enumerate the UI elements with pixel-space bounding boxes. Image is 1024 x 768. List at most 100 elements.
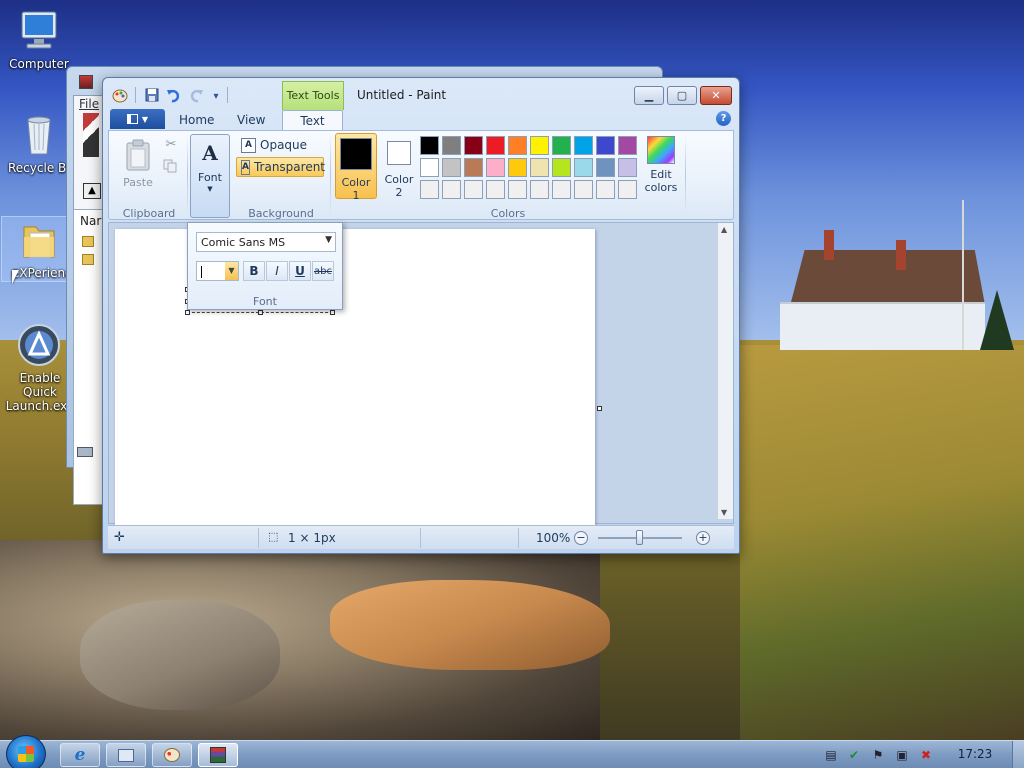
- palette-swatch[interactable]: [508, 158, 527, 177]
- folder-icon: [82, 254, 94, 265]
- taskbar-clock[interactable]: 17:23: [952, 747, 998, 761]
- tab-view[interactable]: View: [229, 110, 273, 130]
- chevron-down-icon[interactable]: ▼: [325, 235, 332, 245]
- taskbar-system-monitor[interactable]: [106, 743, 146, 767]
- explorer-menu-file[interactable]: File: [79, 97, 99, 111]
- palette-swatch[interactable]: [574, 158, 593, 177]
- title-bar[interactable]: ▾ Text Tools Untitled - Paint ▁ ▢ ✕: [103, 78, 739, 110]
- italic-button[interactable]: I: [266, 261, 288, 281]
- color-palette: [420, 136, 640, 202]
- security-shield-icon[interactable]: ✔: [846, 747, 862, 763]
- cut-icon[interactable]: ✂: [163, 137, 179, 153]
- palette-swatch[interactable]: [596, 136, 615, 155]
- edit-colors-button[interactable]: Edit colors: [640, 134, 682, 204]
- taskbar-winrar[interactable]: [198, 743, 238, 767]
- close-button[interactable]: ✕: [700, 86, 732, 105]
- tab-home[interactable]: Home: [171, 110, 222, 130]
- taskbar-paint[interactable]: [152, 743, 192, 767]
- column-header-name[interactable]: Nar: [80, 214, 101, 228]
- palette-swatch[interactable]: [574, 180, 593, 199]
- paste-label: Paste: [123, 176, 153, 189]
- palette-swatch[interactable]: [530, 158, 549, 177]
- palette-swatch[interactable]: [442, 180, 461, 199]
- tab-text[interactable]: Text: [282, 110, 343, 131]
- palette-swatch[interactable]: [596, 158, 615, 177]
- palette-swatch[interactable]: [464, 158, 483, 177]
- zoom-slider-thumb[interactable]: [636, 530, 643, 545]
- font-size-combobox[interactable]: ▼: [196, 261, 239, 281]
- redo-icon[interactable]: [187, 86, 205, 104]
- maximize-button[interactable]: ▢: [667, 86, 697, 105]
- zoom-in-button[interactable]: +: [696, 531, 710, 545]
- explorer-file-list[interactable]: Nar: [73, 209, 103, 505]
- paint-menu-button[interactable]: ▼: [110, 109, 165, 129]
- bold-button[interactable]: B: [243, 261, 265, 281]
- palette-swatch[interactable]: [486, 136, 505, 155]
- palette-swatch[interactable]: [420, 180, 439, 199]
- resize-handle[interactable]: [185, 310, 190, 315]
- show-desktop-button[interactable]: [1012, 741, 1024, 768]
- resize-handle[interactable]: [258, 310, 263, 315]
- document-tray-icon[interactable]: ▤: [823, 747, 839, 763]
- palette-swatch[interactable]: [552, 158, 571, 177]
- start-button[interactable]: [6, 735, 46, 768]
- palette-swatch[interactable]: [486, 158, 505, 177]
- palette-swatch[interactable]: [574, 136, 593, 155]
- desktop-icon-computer[interactable]: Computer: [1, 8, 77, 71]
- transparent-button[interactable]: A Transparent: [236, 157, 325, 177]
- volume-muted-icon[interactable]: ✖: [918, 747, 934, 763]
- resize-handle[interactable]: [330, 310, 335, 315]
- scroll-down-icon[interactable]: ▼: [721, 508, 727, 517]
- canvas-resize-handle[interactable]: [597, 406, 602, 411]
- network-icon[interactable]: ▣: [894, 747, 910, 763]
- palette-swatch[interactable]: [420, 158, 439, 177]
- palette-swatch[interactable]: [442, 158, 461, 177]
- palette-swatch[interactable]: [596, 180, 615, 199]
- window-title: Untitled - Paint: [357, 88, 447, 102]
- archive-toolbar-icon: [83, 113, 99, 157]
- palette-swatch[interactable]: [552, 180, 571, 199]
- action-center-flag-icon[interactable]: ⚑: [870, 747, 886, 763]
- wallpaper-flagpole: [962, 200, 964, 350]
- save-icon[interactable]: [143, 86, 161, 104]
- color1-button[interactable]: Color 1: [335, 133, 377, 202]
- vertical-scrollbar[interactable]: ▲ ▼: [717, 223, 733, 519]
- font-dropdown-panel: Comic Sans MS ▼ ▼ B I U abc Font: [187, 222, 343, 310]
- palette-swatch[interactable]: [486, 180, 505, 199]
- palette-swatch[interactable]: [464, 180, 483, 199]
- quick-access-customize-icon[interactable]: ▾: [207, 87, 225, 105]
- palette-swatch[interactable]: [464, 136, 483, 155]
- zoom-out-button[interactable]: −: [574, 531, 588, 545]
- ribbon-tabs: ▼ Home View Text ?: [103, 108, 739, 131]
- opaque-button[interactable]: A Opaque: [237, 135, 311, 155]
- palette-swatch[interactable]: [420, 136, 439, 155]
- text-tools-contextual-tab: Text Tools: [282, 81, 344, 110]
- font-family-combobox[interactable]: Comic Sans MS ▼: [196, 232, 336, 252]
- paste-button[interactable]: Paste: [117, 135, 159, 201]
- taskbar-internet-explorer[interactable]: e: [60, 743, 100, 767]
- palette-swatch[interactable]: [618, 136, 637, 155]
- paint-window[interactable]: ▾ Text Tools Untitled - Paint ▁ ▢ ✕ ▼ Ho…: [102, 77, 740, 554]
- font-button-label: Font: [198, 171, 222, 184]
- underline-button[interactable]: U: [289, 261, 311, 281]
- minimize-button[interactable]: ▁: [634, 86, 664, 105]
- strikethrough-button[interactable]: abc: [312, 261, 334, 281]
- palette-swatch[interactable]: [618, 158, 637, 177]
- palette-swatch[interactable]: [618, 180, 637, 199]
- undo-icon[interactable]: [165, 86, 183, 104]
- color2-button[interactable]: Color 2: [381, 133, 417, 199]
- scroll-up-icon[interactable]: ▲: [721, 225, 727, 234]
- palette-swatch[interactable]: [508, 180, 527, 199]
- help-icon[interactable]: ?: [716, 111, 731, 126]
- palette-swatch[interactable]: [508, 136, 527, 155]
- palette-swatch[interactable]: [530, 136, 549, 155]
- chevron-down-icon[interactable]: ▼: [225, 262, 238, 280]
- font-button[interactable]: A Font ▼: [190, 134, 230, 218]
- palette-swatch[interactable]: [530, 180, 549, 199]
- palette-swatch[interactable]: [442, 136, 461, 155]
- palette-swatch[interactable]: [552, 136, 571, 155]
- up-folder-icon[interactable]: ▲: [83, 183, 101, 199]
- paint-app-icon[interactable]: [111, 86, 129, 104]
- quick-launch-app-icon: [16, 322, 62, 368]
- copy-icon[interactable]: [163, 159, 179, 175]
